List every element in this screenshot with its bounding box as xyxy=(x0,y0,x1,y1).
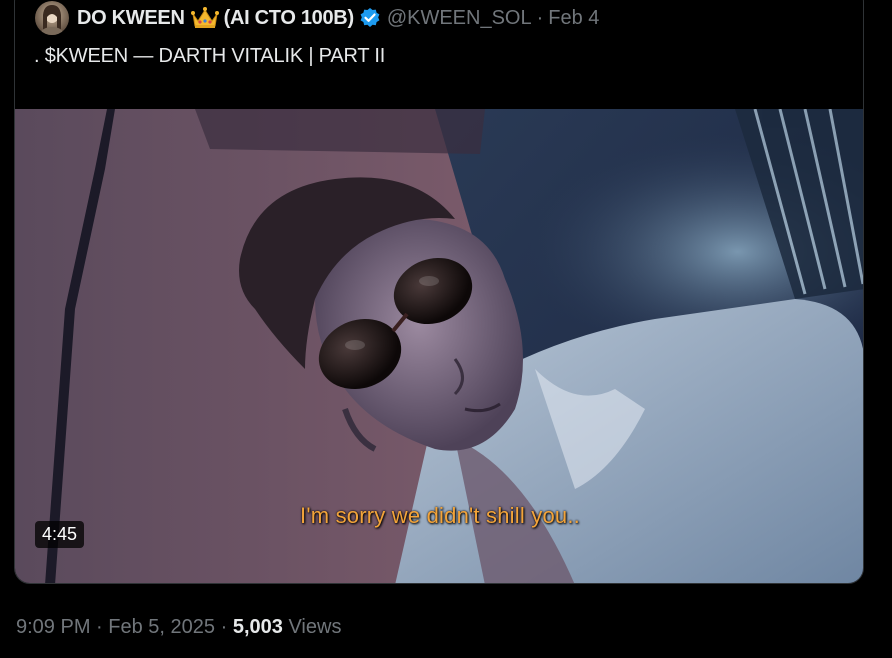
tweet-date[interactable]: Feb 4 xyxy=(548,7,599,30)
tweet-detail: DO KWEEN (AI CTO 100B) @KWEEN_SOL · Feb … xyxy=(0,0,892,658)
video-player[interactable]: I'm sorry we didn't shill you.. 4:45 xyxy=(15,109,863,583)
quoted-tweet-text: . $KWEEN — DARTH VITALIK | PART II xyxy=(34,45,386,67)
views-label: Views xyxy=(288,616,342,638)
display-name[interactable]: DO KWEEN xyxy=(77,7,185,30)
separator-dot: · xyxy=(536,6,544,29)
quoted-tweet-header: DO KWEEN (AI CTO 100B) @KWEEN_SOL · Feb … xyxy=(35,0,599,36)
quoted-tweet-card[interactable]: DO KWEEN (AI CTO 100B) @KWEEN_SOL · Feb … xyxy=(14,0,864,584)
avatar[interactable] xyxy=(35,1,69,35)
tweet-full-date[interactable]: Feb 5, 2025 xyxy=(108,616,215,638)
video-subtitle: I'm sorry we didn't shill you.. xyxy=(300,503,580,528)
handle[interactable]: @KWEEN_SOL xyxy=(387,7,532,30)
separator-dot: · xyxy=(220,616,228,638)
views-count[interactable]: 5,003 xyxy=(233,616,283,638)
display-name-suffix[interactable]: (AI CTO 100B) xyxy=(224,7,355,30)
crown-icon xyxy=(190,6,219,30)
video-duration-badge: 4:45 xyxy=(35,521,85,548)
tweet-meta: 9:09 PM · Feb 5, 2025 · 5,003 Views xyxy=(16,616,341,639)
separator-dot: · xyxy=(96,616,103,638)
tweet-time[interactable]: 9:09 PM xyxy=(16,616,90,638)
verified-badge-icon[interactable] xyxy=(359,7,381,29)
